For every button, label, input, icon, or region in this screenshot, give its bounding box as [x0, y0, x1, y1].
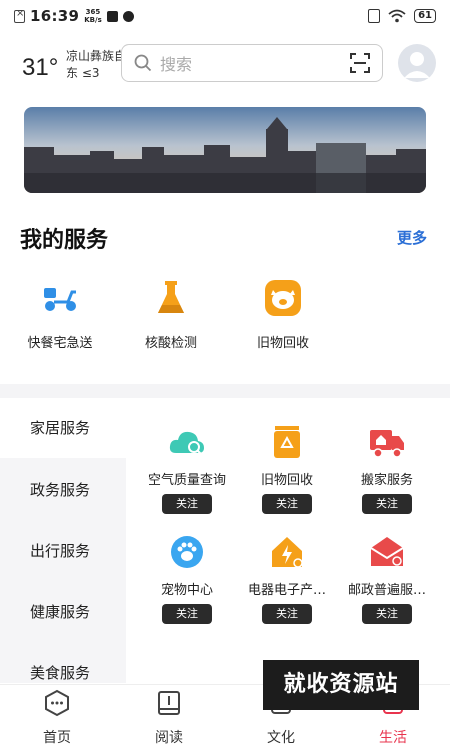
- grid-service-label: 宠物中心: [160, 583, 213, 598]
- avatar[interactable]: [398, 44, 436, 82]
- status-bar: 16:39 365 KB/s 61: [0, 0, 450, 32]
- battery-indicator: 61: [414, 9, 436, 23]
- cityscape-image: [24, 107, 426, 193]
- more-link[interactable]: 更多: [397, 227, 427, 248]
- category-item-travel[interactable]: 出行服务: [0, 521, 126, 581]
- grid-service-label: 电器电子产…: [247, 583, 326, 598]
- follow-button[interactable]: 关注: [162, 604, 212, 624]
- pig-recycle-icon: [265, 280, 301, 316]
- user-icon: [404, 52, 430, 78]
- moving-truck-icon: [370, 430, 404, 458]
- temperature: 31°: [22, 54, 59, 81]
- follow-button[interactable]: 关注: [362, 604, 412, 624]
- grid-service-moving[interactable]: 搬家服务 关注: [335, 425, 439, 514]
- grid-service-label: 旧物回收: [260, 473, 313, 488]
- book-icon: [158, 691, 180, 715]
- delivery-scooter-icon: [44, 288, 76, 311]
- paw-icon: [171, 536, 203, 568]
- nav-label: 首页: [43, 730, 71, 746]
- recycle-bin-icon: [274, 426, 300, 458]
- app-notification-icon-2: [122, 10, 134, 22]
- scan-icon[interactable]: [350, 53, 370, 73]
- service-item-nucleic-test[interactable]: 核酸检测: [121, 278, 221, 351]
- nav-reading[interactable]: 阅读: [124, 689, 214, 747]
- service-label: 旧物回收: [256, 336, 309, 351]
- category-item-home[interactable]: 家居服务: [0, 398, 126, 458]
- service-item-recycle[interactable]: 旧物回收: [233, 278, 333, 351]
- grid-service-recycle[interactable]: 旧物回收 关注: [235, 425, 339, 514]
- grid-service-label: 搬家服务: [360, 473, 413, 488]
- home-hex-icon: [45, 689, 69, 717]
- follow-button[interactable]: 关注: [262, 604, 312, 624]
- nav-label: 文化: [267, 730, 295, 746]
- follow-button[interactable]: 关注: [262, 494, 312, 514]
- grid-service-air-quality[interactable]: 空气质量查询 关注: [135, 425, 239, 514]
- nav-label: 生活: [379, 730, 407, 746]
- wifi-icon: [388, 9, 406, 23]
- network-speed: 365 KB/s: [84, 8, 101, 24]
- service-item-delivery[interactable]: 快餐宅急送: [10, 278, 110, 351]
- nav-home[interactable]: 首页: [12, 689, 102, 747]
- grid-service-electronics[interactable]: 电器电子产… 关注: [235, 535, 339, 624]
- category-item-health[interactable]: 健康服务: [0, 582, 126, 642]
- section-divider: [0, 384, 450, 398]
- grid-service-label: 邮政普遍服…: [347, 583, 426, 598]
- follow-button[interactable]: 关注: [162, 494, 212, 514]
- search-bar[interactable]: 搜索: [121, 44, 383, 82]
- watermark-label: 就收资源站: [263, 660, 419, 710]
- search-icon: [134, 54, 152, 72]
- top-header: 31° 凉山彝族自治州 东 ≤3 搜索: [0, 40, 450, 86]
- service-label: 快餐宅急送: [27, 336, 93, 351]
- follow-button[interactable]: 关注: [362, 494, 412, 514]
- search-placeholder: 搜索: [160, 55, 193, 74]
- category-item-government[interactable]: 政务服务: [0, 460, 126, 520]
- category-sidebar: 家居服务 政务服务 出行服务 健康服务 美食服务: [0, 398, 126, 683]
- status-time: 16:39: [30, 7, 80, 25]
- vibrate-icon: [368, 9, 381, 23]
- city-banner-image[interactable]: [24, 107, 426, 193]
- flask-icon: [158, 281, 184, 313]
- service-label: 核酸检测: [144, 336, 197, 351]
- nav-label: 阅读: [155, 730, 183, 746]
- electric-house-icon: [272, 537, 303, 568]
- cloud-search-icon: [169, 431, 204, 455]
- my-services-title: 我的服务: [20, 228, 109, 253]
- network-speed-value: 365: [85, 8, 101, 16]
- app-notification-icon: [106, 10, 118, 22]
- grid-service-postal[interactable]: 邮政普遍服… 关注: [335, 535, 439, 624]
- notification-icon: [14, 8, 25, 23]
- grid-service-pet-center[interactable]: 宠物中心 关注: [135, 535, 239, 624]
- network-speed-unit: KB/s: [84, 16, 102, 24]
- grid-service-label: 空气质量查询: [147, 473, 226, 488]
- mail-search-icon: [370, 537, 404, 566]
